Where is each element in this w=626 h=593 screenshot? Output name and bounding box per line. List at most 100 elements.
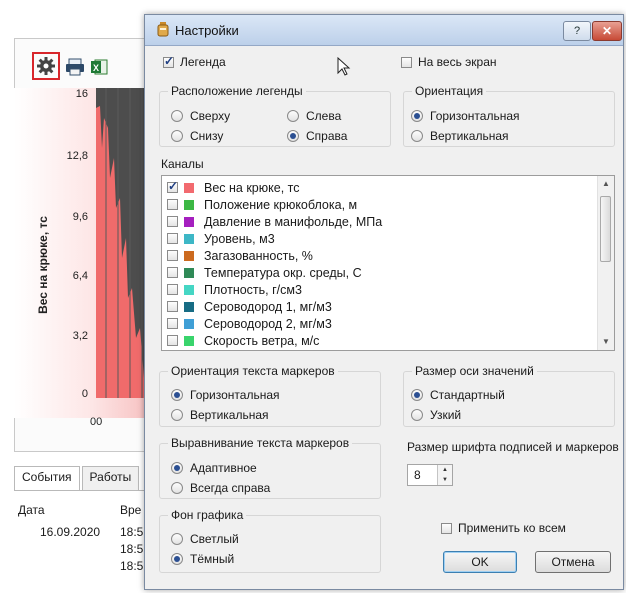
checkbox-box[interactable]	[167, 250, 178, 261]
radio-button[interactable]	[171, 409, 183, 421]
radio-label: Узкий	[430, 408, 462, 422]
chart-area: Вес на крюке, тс 16 12,8 9,6 6,4 3,2 0 0…	[14, 88, 166, 440]
checkbox-box[interactable]	[167, 233, 178, 244]
excel-icon[interactable]: X	[88, 56, 110, 78]
checkbox-box[interactable]	[441, 522, 452, 534]
mouse-cursor-icon	[337, 56, 351, 80]
scroll-up-icon[interactable]: ▲	[598, 176, 614, 192]
checkbox-box[interactable]	[167, 199, 178, 210]
y-axis-label: Вес на крюке, тс	[36, 216, 50, 314]
spin-buttons: ▲ ▼	[437, 465, 452, 485]
spin-up-icon[interactable]: ▲	[438, 465, 452, 475]
checkbox-box[interactable]	[167, 301, 178, 312]
legend-checkbox[interactable]: Легенда	[163, 54, 226, 69]
checkbox-box[interactable]	[401, 56, 412, 68]
channel-item[interactable]: Сероводород 1, мг/м3	[167, 298, 332, 315]
radio-bottom[interactable]: Снизу	[171, 129, 223, 143]
radio-align-right[interactable]: Всегда справа	[171, 481, 270, 495]
scroll-thumb[interactable]	[600, 196, 611, 262]
tab-works[interactable]: Работы	[81, 466, 140, 490]
radio-marker-horizontal[interactable]: Горизонтальная	[171, 388, 280, 402]
checkbox-box[interactable]	[167, 267, 178, 278]
radio-button[interactable]	[171, 389, 183, 401]
channel-name: Температура окр. среды, С	[204, 265, 362, 280]
group-title: Выравнивание текста маркеров	[168, 436, 353, 450]
radio-axis-standard[interactable]: Стандартный	[411, 388, 505, 402]
font-size-value[interactable]: 8	[414, 468, 421, 482]
channel-color-swatch	[184, 182, 194, 193]
channel-color-swatch	[184, 301, 194, 312]
group-title: Размер оси значений	[412, 364, 537, 378]
channel-item[interactable]: Сероводород 2, мг/м3	[167, 315, 332, 332]
channel-item[interactable]: Скорость ветра, м/с	[167, 332, 319, 349]
ok-button[interactable]: OK	[443, 551, 517, 573]
help-button[interactable]: ?	[563, 21, 591, 41]
radio-orientation-vertical[interactable]: Вертикальная	[411, 129, 509, 143]
tab-events[interactable]: События	[14, 466, 80, 490]
radio-button[interactable]	[171, 130, 183, 142]
printer-icon[interactable]	[64, 56, 86, 78]
radio-button[interactable]	[287, 110, 299, 122]
checkbox-box[interactable]	[167, 335, 178, 346]
radio-button[interactable]	[171, 553, 183, 565]
radio-button[interactable]	[287, 130, 299, 142]
radio-button[interactable]	[411, 130, 423, 142]
radio-right[interactable]: Справа	[287, 129, 347, 143]
group-title: Расположение легенды	[168, 84, 306, 98]
radio-button[interactable]	[411, 110, 423, 122]
close-button[interactable]: ✕	[592, 21, 622, 41]
cancel-button[interactable]: Отмена	[535, 551, 611, 573]
channel-item[interactable]: Уровень, м3	[167, 230, 275, 247]
radio-label: Горизонтальная	[430, 109, 520, 123]
channel-item[interactable]: Температура окр. среды, С	[167, 264, 362, 281]
channels-label: Каналы	[161, 157, 204, 171]
radio-button[interactable]	[171, 110, 183, 122]
y-tick: 0	[81, 388, 88, 400]
channel-color-swatch	[184, 233, 194, 244]
column-header-date[interactable]: Дата	[18, 503, 45, 517]
channel-name: Положение крюкоблока, м	[204, 197, 358, 212]
channel-color-swatch	[184, 199, 194, 210]
channel-name: Скорость ветра, м/с	[204, 333, 320, 348]
radio-marker-vertical[interactable]: Вертикальная	[171, 408, 269, 422]
checkbox-box[interactable]	[167, 179, 178, 193]
radio-left[interactable]: Слева	[287, 109, 341, 123]
apply-all-checkbox[interactable]: Применить ко всем	[441, 521, 566, 535]
dialog-titlebar[interactable]: Настройки ? ✕	[145, 15, 623, 46]
checkbox-box[interactable]	[163, 54, 174, 68]
channel-item[interactable]: Давление в манифольде, МПа	[167, 213, 382, 230]
channel-item[interactable]: Загазованность, %	[167, 247, 313, 264]
channel-item[interactable]: Положение крюкоблока, м	[167, 196, 357, 213]
radio-label: Адаптивное	[190, 461, 257, 475]
y-tick: 6,4	[72, 270, 88, 282]
radio-button[interactable]	[171, 462, 183, 474]
checkbox-box[interactable]	[167, 284, 178, 295]
checkbox-box[interactable]	[167, 318, 178, 329]
radio-bg-dark[interactable]: Тёмный	[171, 552, 234, 566]
channel-name: Сероводород 1, мг/м3	[204, 299, 332, 314]
spin-down-icon[interactable]: ▼	[438, 475, 452, 485]
radio-align-adaptive[interactable]: Адаптивное	[171, 461, 257, 475]
table-cell-time: 18:5	[120, 525, 144, 539]
radio-button[interactable]	[411, 389, 423, 401]
scroll-down-icon[interactable]: ▼	[598, 334, 614, 350]
fullscreen-checkbox[interactable]: На весь экран	[401, 55, 497, 69]
channels-scrollbar[interactable]: ▲ ▼	[597, 176, 614, 350]
channels-list[interactable]: Вес на крюке, тс Положение крюкоблока, м…	[161, 175, 615, 351]
channel-item[interactable]: Плотность, г/см3	[167, 281, 302, 298]
column-header-time[interactable]: Вре	[120, 503, 141, 517]
radio-label: Справа	[306, 129, 348, 143]
font-size-stepper[interactable]: 8 ▲ ▼	[407, 464, 453, 486]
radio-button[interactable]	[171, 533, 183, 545]
radio-top[interactable]: Сверху	[171, 109, 230, 123]
channel-color-swatch	[184, 216, 194, 227]
y-tick: 3,2	[72, 330, 88, 342]
radio-orientation-horizontal[interactable]: Горизонтальная	[411, 109, 520, 123]
channel-item[interactable]: Вес на крюке, тс	[167, 179, 299, 196]
radio-axis-narrow[interactable]: Узкий	[411, 408, 461, 422]
radio-button[interactable]	[411, 409, 423, 421]
radio-bg-light[interactable]: Светлый	[171, 532, 239, 546]
radio-button[interactable]	[171, 482, 183, 494]
checkbox-box[interactable]	[167, 216, 178, 227]
y-tick: 9,6	[72, 211, 88, 223]
